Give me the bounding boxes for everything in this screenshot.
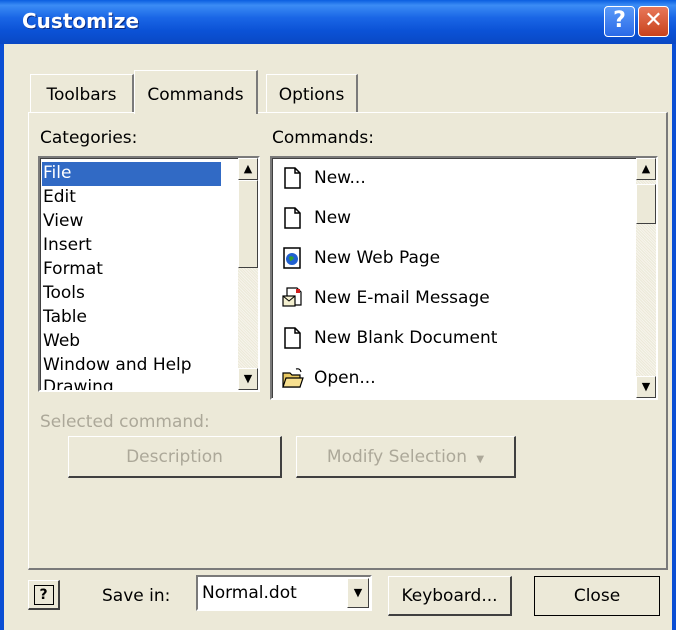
commands-scrollbar[interactable]: ▲ ▼ <box>636 158 656 398</box>
help-title-button[interactable]: ? <box>604 6 635 37</box>
scroll-down-arrow-icon[interactable]: ▼ <box>238 368 258 390</box>
category-item[interactable]: View <box>42 210 221 234</box>
new-document-icon <box>284 207 301 229</box>
categories-scrollbar[interactable]: ▲ ▼ <box>238 158 258 390</box>
keyboard-button[interactable]: Keyboard... <box>388 576 512 616</box>
command-label: New <box>314 208 352 228</box>
scroll-thumb[interactable] <box>636 184 656 224</box>
tab-options-label: Options <box>278 85 345 105</box>
tab-toolbars[interactable]: Toolbars <box>30 74 134 112</box>
keyboard-button-label: Keyboard... <box>401 586 498 606</box>
category-item[interactable]: Table <box>42 306 221 330</box>
window-title: Customize <box>22 9 140 33</box>
selected-command-label: Selected command: <box>40 412 210 432</box>
categories-label: Categories: <box>40 128 138 148</box>
tab-options[interactable]: Options <box>266 74 358 112</box>
description-button[interactable]: Description <box>68 436 282 478</box>
category-item[interactable]: Insert <box>42 234 221 258</box>
new-document-icon <box>284 167 301 189</box>
command-label: New Web Page <box>314 248 441 268</box>
web-page-icon <box>283 247 301 269</box>
help-button[interactable]: ? <box>28 580 60 610</box>
scroll-down-arrow-icon[interactable]: ▼ <box>636 376 656 398</box>
command-label: Open... <box>314 368 376 388</box>
commands-label: Commands: <box>272 128 374 148</box>
commands-listbox[interactable]: New... New New Web Page New E-mail Messa… <box>270 156 658 400</box>
category-item[interactable]: Web <box>42 330 221 354</box>
save-in-label: Save in: <box>102 586 171 606</box>
command-label: New... <box>314 168 366 188</box>
category-item[interactable]: Drawing <box>42 376 221 390</box>
tab-commands[interactable]: Commands <box>134 70 258 114</box>
save-in-combo[interactable]: Normal.dot ▼ <box>196 575 372 611</box>
command-label: New Blank Document <box>314 328 498 348</box>
modify-selection-label: Modify Selection <box>326 447 467 467</box>
scroll-up-arrow-icon[interactable]: ▲ <box>636 158 656 180</box>
title-bar: Customize ? ✕ <box>0 0 676 44</box>
save-in-value: Normal.dot <box>202 583 297 603</box>
scroll-up-arrow-icon[interactable]: ▲ <box>238 158 258 180</box>
category-item[interactable]: Format <box>42 258 221 282</box>
open-folder-icon <box>282 368 304 388</box>
tab-commands-label: Commands <box>147 85 244 105</box>
chevron-down-icon[interactable]: ▼ <box>347 578 369 608</box>
description-button-label: Description <box>126 447 223 467</box>
category-item[interactable]: File <box>42 162 221 186</box>
close-button[interactable]: Close <box>534 576 660 616</box>
category-item[interactable]: Tools <box>42 282 221 306</box>
blank-document-icon <box>284 327 301 349</box>
close-button-label: Close <box>573 586 621 606</box>
email-message-icon <box>282 287 302 307</box>
modify-selection-button[interactable]: Modify Selection ▼ <box>296 436 516 478</box>
tab-toolbars-label: Toolbars <box>46 85 117 105</box>
customize-dialog: Customize ? ✕ Toolbars Commands Options … <box>0 0 676 630</box>
close-title-button[interactable]: ✕ <box>638 6 669 37</box>
scroll-thumb[interactable] <box>238 180 258 268</box>
category-item[interactable]: Edit <box>42 186 221 210</box>
chevron-down-icon: ▼ <box>476 454 485 465</box>
window-frame-right <box>672 44 676 630</box>
command-label: New E-mail Message <box>314 288 490 308</box>
categories-listbox[interactable]: File Edit View Insert Format Tools Table… <box>38 156 260 392</box>
category-item[interactable]: Window and Help <box>42 354 221 378</box>
help-icon: ? <box>33 585 54 605</box>
window-frame-left <box>0 44 4 630</box>
